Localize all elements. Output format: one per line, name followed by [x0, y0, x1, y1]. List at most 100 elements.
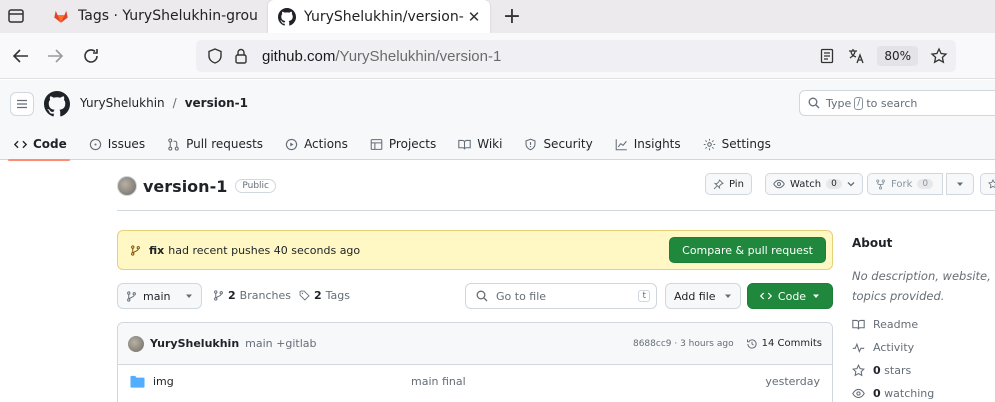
activity-label: Activity	[873, 341, 915, 354]
browser-tab-github[interactable]: YuryShelukhin/version-1 ✕	[268, 0, 490, 33]
pin-icon	[713, 178, 724, 189]
github-logo-icon[interactable]	[44, 91, 70, 117]
browser-tab-strip: Tags · YuryShelukhin-grou YuryShelukhin/…	[0, 0, 995, 33]
eye-icon	[852, 388, 865, 399]
commits-count: 14 Commits	[761, 338, 822, 349]
readme-link[interactable]: Readme	[852, 318, 918, 331]
about-description: No description, website, or topics provi…	[852, 269, 995, 303]
caret-down-icon	[186, 294, 192, 298]
lock-icon[interactable]	[232, 47, 250, 65]
file-name[interactable]: img	[153, 375, 411, 388]
translate-icon[interactable]	[847, 47, 865, 65]
browser-toolbar: github.com/YuryShelukhin/version-1 80%	[0, 33, 995, 79]
pushed-branch-name[interactable]: fix	[149, 244, 164, 257]
url-text: github.com/YuryShelukhin/version-1	[262, 47, 502, 65]
activity-link[interactable]: Activity	[852, 341, 914, 354]
tab-projects[interactable]: Projects	[359, 128, 447, 160]
branches-link[interactable]: 2 Branches	[213, 289, 291, 302]
menu-button[interactable]	[10, 92, 34, 116]
tab-pull-requests[interactable]: Pull requests	[156, 128, 274, 160]
address-bar[interactable]: github.com/YuryShelukhin/version-1 80%	[196, 40, 956, 72]
star-icon	[852, 364, 865, 377]
caret-down-icon	[813, 294, 820, 298]
divider	[117, 210, 995, 211]
caret-down-icon	[957, 182, 963, 186]
tab-wiki[interactable]: Wiki	[447, 128, 513, 160]
chevron-down-icon	[847, 182, 855, 187]
avatar[interactable]	[117, 176, 137, 196]
star-icon	[988, 179, 995, 189]
search-shortcut: /	[854, 96, 864, 110]
watching-count: 0	[873, 387, 881, 400]
table-row[interactable]: img main final yesterday	[118, 365, 832, 397]
tags-link[interactable]: 2 Tags	[299, 289, 350, 302]
commit-message[interactable]: main +gitlab	[245, 337, 316, 350]
branch-icon	[127, 290, 136, 302]
owner-link[interactable]: YuryShelukhin	[80, 96, 165, 110]
back-icon[interactable]	[10, 45, 32, 67]
commits-link[interactable]: 14 Commits	[746, 338, 822, 350]
close-tab-icon[interactable]: ✕	[464, 8, 484, 26]
code-button[interactable]: Code	[747, 283, 833, 309]
browser-tab-gitlab[interactable]: Tags · YuryShelukhin-grou	[42, 0, 266, 31]
folder-icon	[130, 375, 145, 388]
branch-icon	[214, 290, 223, 301]
tab-settings[interactable]: Settings	[692, 128, 782, 160]
zoom-level[interactable]: 80%	[877, 46, 918, 66]
tab-label: Projects	[388, 137, 437, 151]
shield-icon	[525, 138, 536, 150]
go-to-file-shortcut: t	[638, 290, 650, 302]
compare-pull-request-button[interactable]: Compare & pull request	[669, 237, 826, 263]
commit-author[interactable]: YuryShelukhin	[150, 337, 239, 350]
search-hint-suffix: to search	[866, 96, 918, 110]
go-to-file-input[interactable]: Go to file t	[465, 283, 657, 309]
forward-icon[interactable]	[44, 45, 66, 67]
graph-icon	[615, 138, 627, 150]
branch-select[interactable]: main	[117, 283, 202, 309]
tab-security[interactable]: Security	[513, 128, 603, 160]
tab-issues[interactable]: Issues	[78, 128, 156, 160]
watching-label: watching	[884, 387, 935, 400]
watching-link[interactable]: 0 watching	[852, 387, 934, 400]
fork-button[interactable]: Fork 0	[867, 173, 943, 195]
watch-button[interactable]: Watch 0	[765, 173, 863, 195]
page-title[interactable]: version-1	[143, 177, 227, 196]
tab-code[interactable]: Code	[0, 128, 78, 161]
visibility-badge: Public	[235, 179, 276, 193]
add-file-label: Add file	[674, 289, 716, 303]
tab-label: Pull requests	[186, 137, 264, 151]
tab-list-icon[interactable]	[6, 6, 26, 26]
new-tab-button[interactable]: +	[500, 4, 524, 29]
tab-actions[interactable]: Actions	[274, 128, 359, 160]
pin-button[interactable]: Pin	[705, 173, 752, 195]
add-file-button[interactable]: Add file	[665, 283, 741, 309]
recent-push-banner: fix had recent pushes 40 seconds ago Com…	[117, 230, 833, 270]
breadcrumb: YuryShelukhin / version-1	[80, 96, 248, 110]
search-input[interactable]: Type / to search	[799, 90, 995, 116]
repo-link[interactable]: version-1	[185, 96, 248, 110]
commit-meta[interactable]: 8688cc9 · 3 hours ago	[633, 339, 734, 349]
star-button[interactable]	[980, 173, 995, 195]
play-icon	[285, 138, 298, 150]
tab-label: Issues	[107, 137, 146, 151]
breadcrumb-separator: /	[172, 96, 177, 110]
history-icon	[746, 338, 757, 349]
tab-title: Tags · YuryShelukhin-grou	[78, 7, 258, 24]
go-to-file-placeholder: Go to file	[496, 289, 547, 303]
reader-view-icon[interactable]	[819, 48, 835, 64]
tab-label: Settings	[721, 137, 771, 151]
branch-label: main	[143, 289, 171, 303]
fork-icon	[876, 179, 885, 189]
stars-link[interactable]: 0 stars	[852, 364, 911, 377]
gear-icon	[703, 138, 715, 150]
tab-insights[interactable]: Insights	[604, 128, 692, 160]
avatar[interactable]	[128, 335, 144, 352]
file-date: yesterday	[765, 374, 820, 388]
branch-icon	[131, 244, 140, 256]
bookmark-star-icon[interactable]	[930, 47, 948, 65]
file-table: YuryShelukhin main +gitlab 8688cc9 · 3 h…	[117, 322, 833, 402]
fork-menu-button[interactable]	[946, 173, 974, 195]
reload-icon[interactable]	[80, 45, 102, 67]
shield-icon[interactable]	[206, 47, 224, 65]
file-commit-message[interactable]: main final	[411, 375, 765, 388]
